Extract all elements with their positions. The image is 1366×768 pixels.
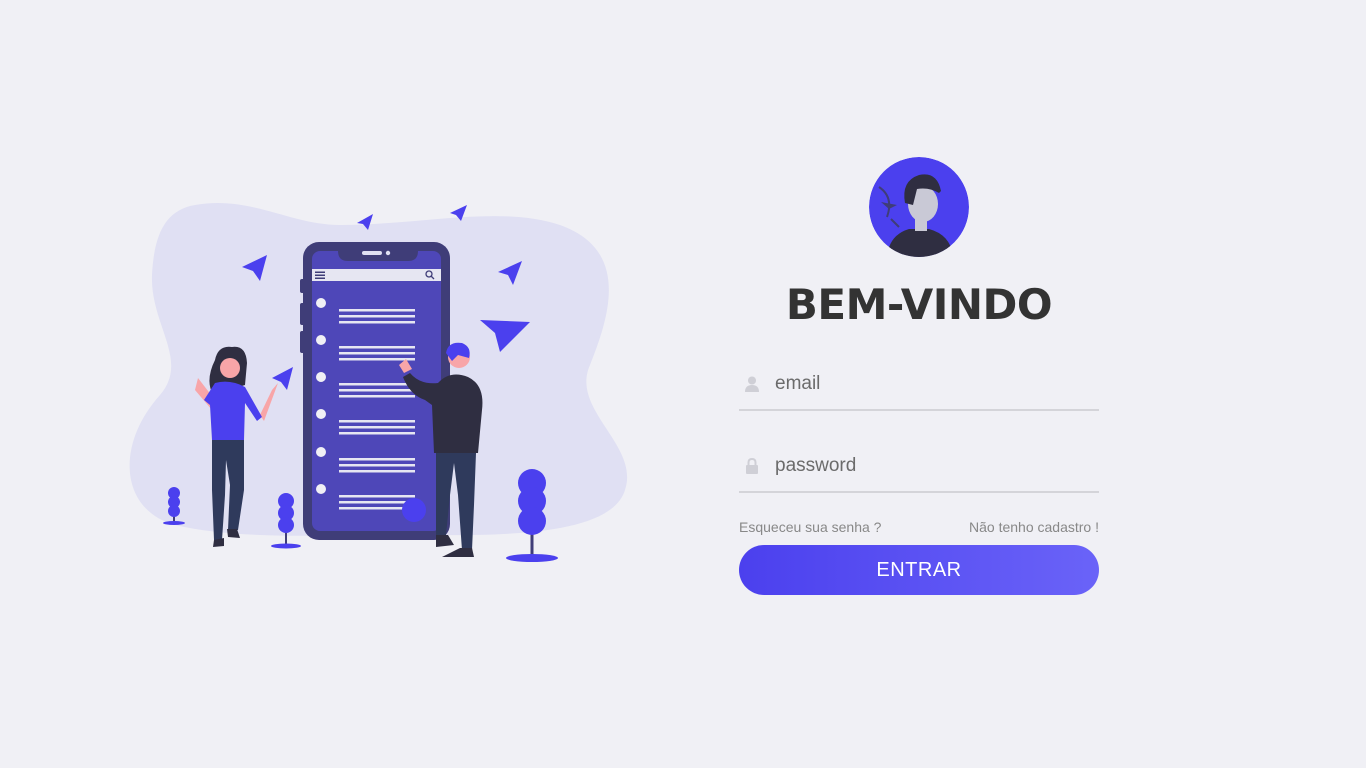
- welcome-title: BEM-VINDO: [785, 280, 1053, 329]
- lock-icon: [739, 458, 775, 474]
- login-button[interactable]: ENTRAR: [739, 545, 1099, 595]
- login-form: BEM-VINDO Esqueceu sua senha ? Não ten: [739, 157, 1099, 595]
- password-input[interactable]: [775, 446, 1099, 486]
- auth-links: Esqueceu sua senha ? Não tenho cadastro …: [739, 519, 1099, 537]
- login-page: BEM-VINDO Esqueceu sua senha ? Não ten: [0, 0, 1366, 768]
- forgot-password-link[interactable]: Esqueceu sua senha ?: [739, 519, 881, 537]
- mobile-app-illustration: [129, 202, 628, 562]
- password-field-row: [739, 441, 1099, 493]
- user-avatar-icon: [869, 157, 969, 257]
- register-link[interactable]: Não tenho cadastro !: [969, 519, 1099, 537]
- email-field-row: [739, 359, 1099, 411]
- user-icon: [739, 376, 775, 392]
- email-input[interactable]: [775, 364, 1099, 404]
